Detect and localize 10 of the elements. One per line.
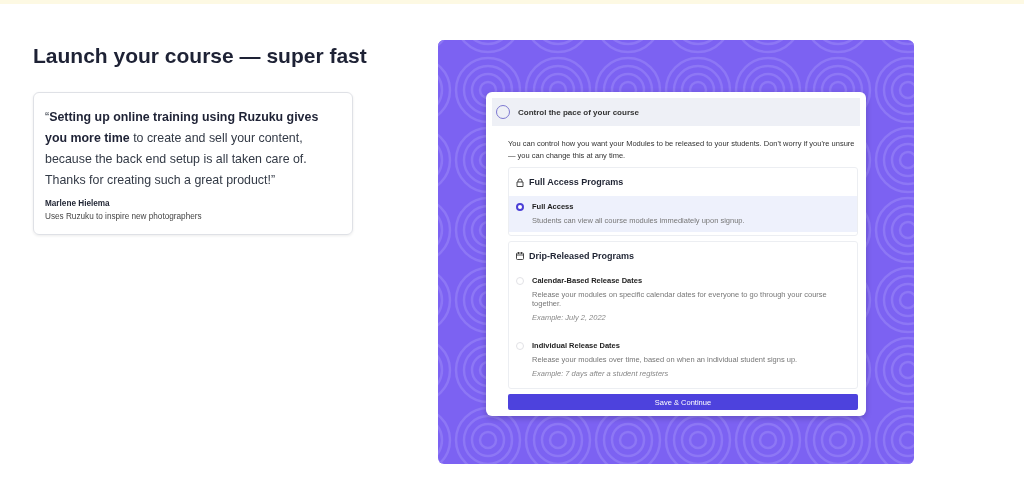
lock-icon [516, 177, 524, 187]
radio-button[interactable] [516, 203, 524, 211]
calendar-icon [516, 252, 524, 260]
author-name: Marlene Hielema [45, 199, 111, 208]
group-title: Drip-Released Programs [529, 251, 635, 261]
testimonial-quote: “Setting up online training using Ruzuku gives you more time to create and sell your content, because the back end setup is all taken care of. Thanks for creating such a great product!” [45, 109, 320, 189]
group-title: Full Access Programs [529, 177, 624, 187]
dialog-title: Control the pace of your course [518, 107, 639, 117]
page-heading: Launch your course — super fast [33, 43, 367, 69]
author-role: Uses Ruzuku to inspire new photographers [45, 212, 203, 221]
